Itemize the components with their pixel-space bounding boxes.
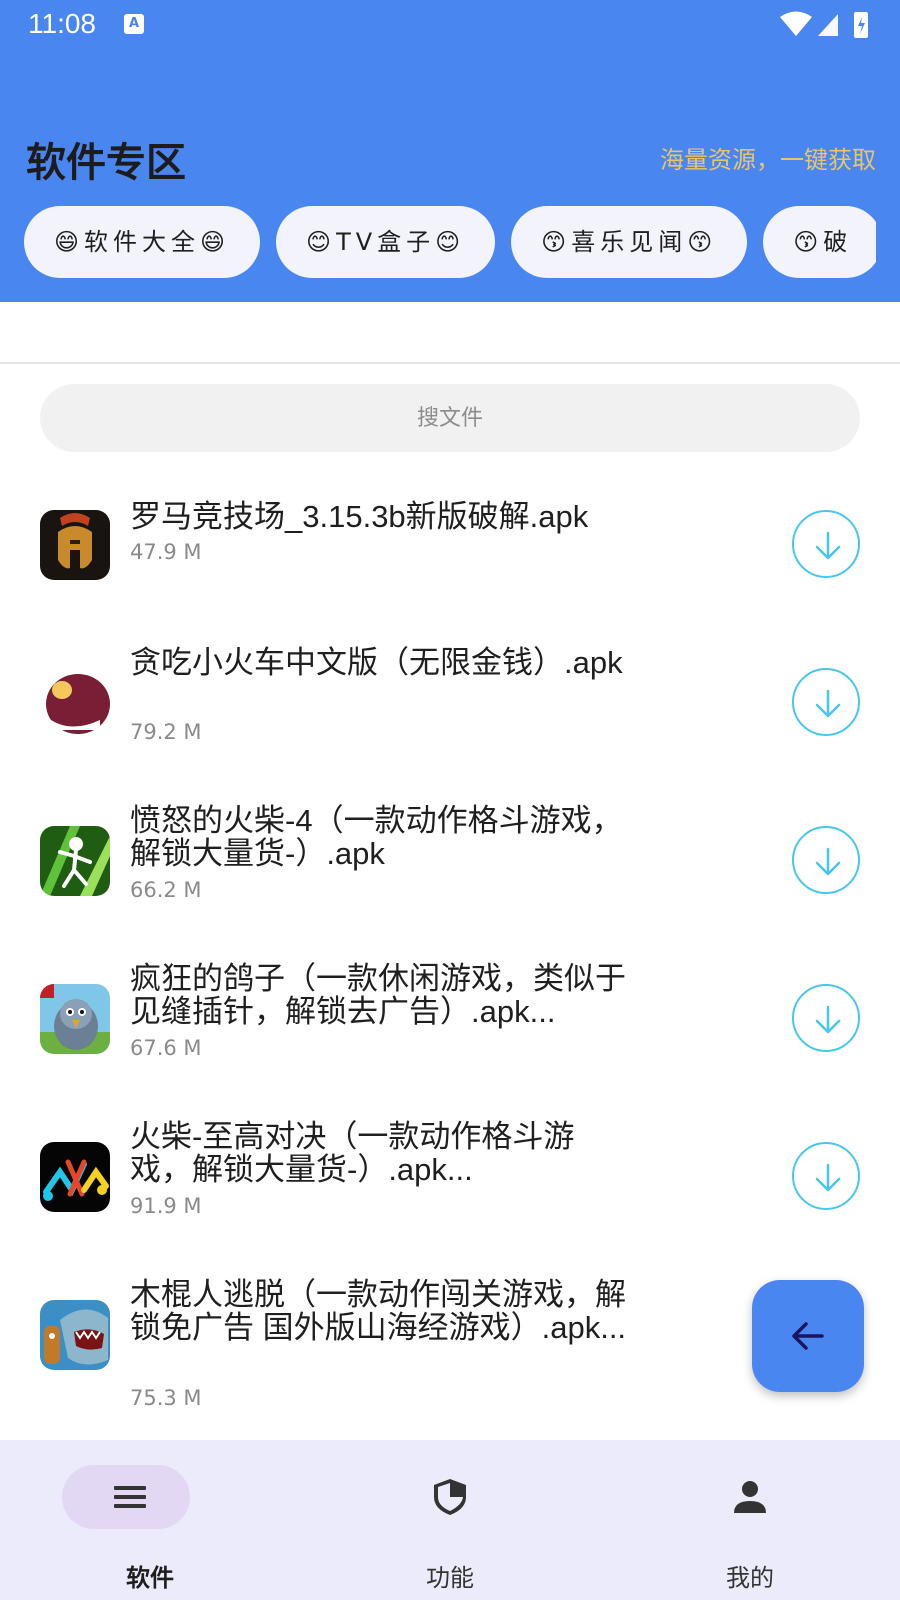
file-size: 66.2 M [130,878,202,902]
file-title: 疯狂的鸽子（一款休闲游戏，类似于见缝插针，解锁去广告）.apk... [130,961,626,1029]
train-icon [40,668,110,738]
file-title: 火柴-至高对决（一款动作格斗游戏，解锁大量货-）.apk... [130,1119,575,1187]
arrow-down-icon [815,847,841,876]
search-input[interactable] [40,384,860,452]
status-icons [780,11,868,38]
file-title: 木棍人逃脱（一款动作闯关游戏，解锁免广告 国外版山海经游戏）.apk... [130,1277,627,1345]
file-title: 贪吃小火车中文版（无限金钱）.apk [130,645,623,680]
divider [0,362,900,364]
arrow-down-icon [815,531,841,560]
back-fab[interactable] [752,1280,864,1392]
nav-label: 我的 [726,1564,774,1592]
signal-icon [818,14,838,36]
header: 11:08 A 软件专区 海量资源，一键获取 😄软件大全😄 😊TV盒子😊 😙喜乐见闻… [0,0,900,302]
chip-software[interactable]: 😄软件大全😄 [24,206,261,278]
nav-item-features[interactable]: 功能 [300,1440,600,1600]
nav-item-mine[interactable]: 我的 [600,1440,900,1600]
page-title: 软件专区 [26,140,186,186]
menu-icon [114,1486,146,1508]
download-button[interactable] [792,826,860,894]
pigeon-icon [40,984,110,1054]
arrow-down-icon [815,1005,841,1034]
arrow-down-icon [815,1163,841,1192]
wifi-icon [780,11,812,36]
slogan: 海量资源，一键获取 [660,146,876,174]
nav-item-software[interactable]: 软件 [0,1440,300,1600]
download-button[interactable] [792,668,860,736]
shield-icon [434,1479,466,1515]
arrow-down-icon [815,689,841,718]
search-bar[interactable] [40,384,860,452]
file-title: 愤怒的火柴-4（一款动作格斗游戏，解锁大量货-）.apk [130,803,623,871]
gladiator-helmet-icon [40,510,110,580]
category-chips: 😄软件大全😄 😊TV盒子😊 😙喜乐见闻😙 😙破 [24,206,876,278]
file-size: 79.2 M [130,720,202,744]
file-size: 91.9 M [130,1194,202,1218]
stick-duel-icon [40,1142,110,1212]
stickman-icon [40,826,110,896]
status-time: 11:08 [28,8,96,39]
file-size: 47.9 M [130,540,202,564]
chip-tv-box[interactable]: 😊TV盒子😊 [276,206,496,278]
status-bar: 11:08 A [0,0,900,50]
download-button[interactable] [792,1142,860,1210]
file-title: 罗马竞技场_3.15.3b新版破解.apk [130,499,589,534]
file-size: 67.6 M [130,1036,202,1060]
shark-icon [40,1300,110,1370]
bottom-nav: 软件 功能 我的 [0,1440,900,1600]
nav-label: 功能 [426,1564,474,1592]
person-icon [734,1481,766,1513]
chip-more[interactable]: 😙破 [763,206,876,278]
download-button[interactable] [792,510,860,578]
nav-label: 软件 [126,1564,174,1592]
chip-news[interactable]: 😙喜乐见闻😙 [511,206,748,278]
arrow-back-icon [792,1322,824,1350]
notification-icon: A [124,14,144,34]
file-size: 75.3 M [130,1386,202,1410]
download-button[interactable] [792,984,860,1052]
